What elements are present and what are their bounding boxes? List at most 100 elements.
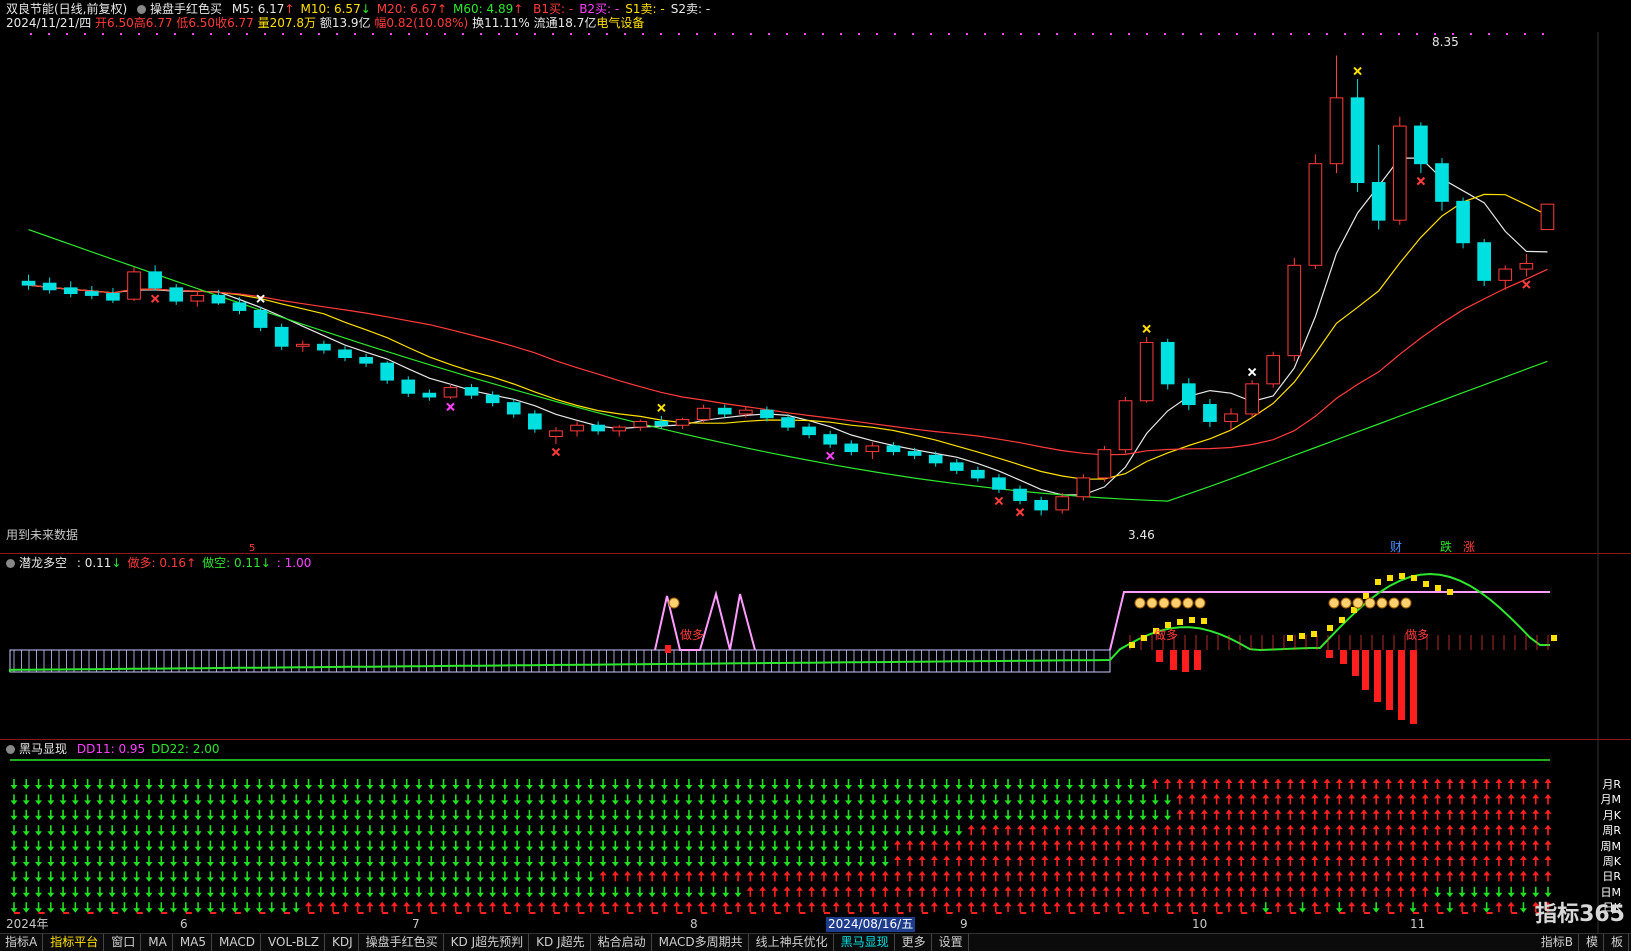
candle[interactable] bbox=[1435, 158, 1449, 211]
candle[interactable] bbox=[1097, 445, 1112, 482]
candle[interactable] bbox=[1329, 55, 1344, 174]
panel3-title[interactable]: 黑马显现 bbox=[19, 742, 67, 756]
candle[interactable] bbox=[21, 274, 36, 290]
indicator-tab[interactable]: 操盘手红色买 bbox=[361, 934, 444, 951]
indicator-tab[interactable]: 线上神兵优化 bbox=[751, 934, 834, 951]
date-axis-label[interactable]: 8 bbox=[690, 917, 698, 932]
candle[interactable] bbox=[570, 421, 584, 437]
candle[interactable] bbox=[1308, 154, 1323, 270]
down-arrow-icon bbox=[120, 809, 128, 821]
candle[interactable] bbox=[401, 376, 416, 398]
candle[interactable] bbox=[190, 291, 205, 307]
candle[interactable] bbox=[1266, 351, 1281, 388]
candle[interactable] bbox=[1203, 398, 1217, 428]
date-axis-label[interactable]: 2024/08/16/五 bbox=[826, 917, 916, 932]
candle[interactable] bbox=[1245, 380, 1259, 418]
candle[interactable] bbox=[232, 297, 247, 315]
panel3-settings-icon[interactable] bbox=[6, 745, 15, 754]
indicator-tab-right[interactable]: 模 bbox=[1581, 934, 1604, 951]
candle[interactable] bbox=[528, 410, 542, 433]
event-label-die[interactable]: 跌 bbox=[1440, 540, 1452, 554]
candle[interactable] bbox=[295, 340, 310, 352]
indicator-tab-right[interactable]: 板 bbox=[1606, 934, 1629, 951]
candle[interactable] bbox=[823, 430, 838, 448]
candle[interactable] bbox=[591, 421, 605, 435]
indicator-tab[interactable]: MA bbox=[143, 934, 173, 951]
candle[interactable] bbox=[85, 286, 99, 300]
date-axis-label[interactable]: 6 bbox=[180, 917, 188, 932]
indicator-tab[interactable]: KD J超先预判 bbox=[446, 934, 530, 951]
candle[interactable] bbox=[317, 340, 331, 354]
candle[interactable] bbox=[1287, 257, 1302, 362]
candle[interactable] bbox=[1414, 122, 1428, 174]
candle[interactable] bbox=[1013, 485, 1027, 505]
candle[interactable] bbox=[971, 466, 985, 482]
candle[interactable] bbox=[338, 346, 352, 362]
candle[interactable] bbox=[464, 383, 479, 399]
candle[interactable] bbox=[1519, 254, 1534, 277]
indicator-tab[interactable]: KDJ bbox=[327, 934, 359, 951]
candle[interactable] bbox=[907, 447, 922, 460]
candle[interactable] bbox=[612, 425, 627, 437]
indicator-tab[interactable]: 设置 bbox=[934, 934, 969, 951]
down-arrow-icon bbox=[869, 794, 877, 805]
candle[interactable] bbox=[422, 389, 437, 401]
candle[interactable] bbox=[506, 398, 521, 418]
indicator-tab[interactable]: 更多 bbox=[897, 934, 932, 951]
candle[interactable] bbox=[992, 474, 1006, 493]
candle[interactable] bbox=[1139, 336, 1154, 403]
candle[interactable] bbox=[844, 440, 859, 456]
candle[interactable] bbox=[1477, 238, 1491, 286]
indicator-tab[interactable]: 指标A bbox=[0, 934, 44, 951]
candle[interactable] bbox=[274, 323, 289, 350]
candle[interactable] bbox=[1160, 338, 1175, 390]
candle[interactable] bbox=[696, 404, 711, 424]
candle[interactable] bbox=[865, 442, 880, 460]
candle[interactable] bbox=[253, 306, 268, 332]
candle[interactable] bbox=[675, 417, 690, 429]
date-axis-label[interactable]: 11 bbox=[1410, 917, 1425, 932]
indicator-tab[interactable]: VOL-BLZ bbox=[263, 934, 325, 951]
candle[interactable] bbox=[949, 459, 964, 475]
indicator-tab[interactable]: 黑马显现 bbox=[836, 934, 895, 951]
candle[interactable] bbox=[1540, 203, 1555, 231]
date-axis-label[interactable]: 9 bbox=[960, 917, 968, 932]
candle[interactable] bbox=[1076, 474, 1091, 501]
indicator-tab[interactable]: MA5 bbox=[175, 934, 213, 951]
candle[interactable] bbox=[1456, 197, 1470, 249]
candle[interactable] bbox=[169, 284, 184, 305]
candle[interactable] bbox=[802, 423, 816, 439]
panel2-title[interactable]: 潜龙多空 bbox=[19, 556, 67, 570]
candle[interactable] bbox=[717, 404, 732, 418]
indicator-tab[interactable]: 窗口 bbox=[106, 934, 142, 951]
candle[interactable] bbox=[127, 267, 141, 302]
chart-canvas[interactable] bbox=[0, 0, 1631, 950]
candle[interactable] bbox=[1371, 144, 1386, 230]
candle[interactable] bbox=[1034, 496, 1048, 516]
panel2-settings-icon[interactable] bbox=[6, 559, 15, 568]
candle[interactable] bbox=[359, 353, 373, 367]
event-label-cai[interactable]: 财 bbox=[1390, 540, 1402, 554]
candle[interactable] bbox=[1055, 492, 1070, 514]
indicator-tab[interactable]: 指标平台 bbox=[45, 934, 105, 951]
event-label-zhang[interactable]: 涨 bbox=[1463, 540, 1475, 554]
date-axis-label[interactable]: 2024年 bbox=[6, 917, 49, 932]
candle[interactable] bbox=[148, 265, 162, 291]
candle[interactable] bbox=[633, 419, 648, 431]
date-axis-label[interactable]: 10 bbox=[1192, 917, 1207, 932]
indicator-tab-right[interactable]: 指标B bbox=[1536, 934, 1579, 951]
candle[interactable] bbox=[1392, 116, 1407, 225]
candle[interactable] bbox=[380, 361, 395, 384]
candle[interactable] bbox=[42, 277, 57, 294]
candle[interactable] bbox=[63, 281, 78, 298]
candle[interactable] bbox=[1181, 378, 1196, 411]
candle[interactable] bbox=[106, 287, 120, 303]
indicator-tab[interactable]: KD J超先 bbox=[531, 934, 591, 951]
indicator-tab[interactable]: MACD多周期共 bbox=[654, 934, 749, 951]
indicator-tab[interactable]: MACD bbox=[214, 934, 261, 951]
candle[interactable] bbox=[1118, 397, 1133, 454]
date-axis-label[interactable]: 7 bbox=[412, 917, 420, 932]
candle[interactable] bbox=[1350, 79, 1365, 192]
candle[interactable] bbox=[549, 427, 563, 445]
indicator-tab[interactable]: 粘合启动 bbox=[593, 934, 652, 951]
